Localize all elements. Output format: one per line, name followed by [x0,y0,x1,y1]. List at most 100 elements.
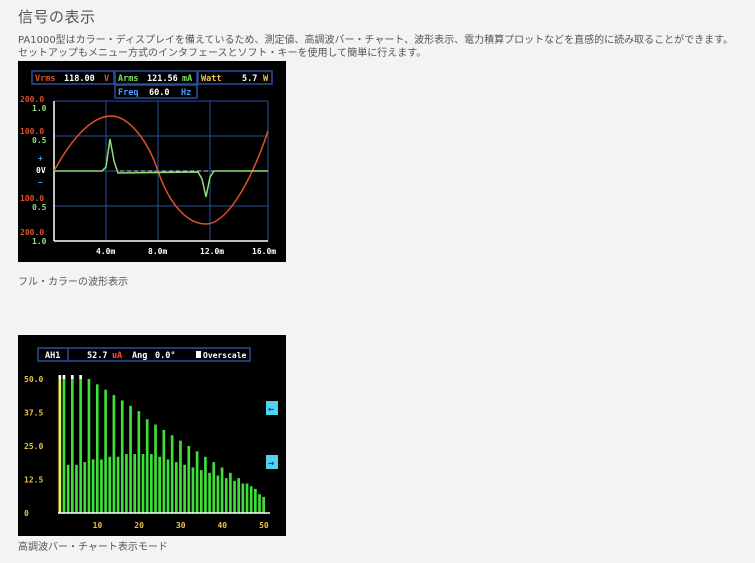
harmonic-y-ticks: 0 12.5 25.0 37.5 50.0 [24,375,43,518]
axis-v-bot: 200.0 [20,228,44,237]
waveform-x-tick: 8.0m [148,247,167,256]
harmonic-bar [154,424,157,513]
harmonic-x-tick: 40 [217,521,227,530]
harmonic-bar [125,454,128,513]
harmonic-bar [216,475,220,513]
scroll-left-button[interactable]: ← [266,401,278,415]
harmonic-bar [158,456,161,513]
harmonic-x-tick: 20 [134,521,144,530]
harmonic-y-tick: 12.5 [24,476,43,485]
arrow-left-icon: ← [268,404,274,415]
harmonic-bar [170,435,174,513]
watt-unit: W [263,74,269,84]
harmonic-bar [179,440,182,513]
harmonic-bar-overscale [70,375,74,379]
harmonic-bar [204,456,207,513]
overscale-swatch [196,351,201,358]
waveform-x-tick: 12.0m [200,247,224,256]
harmonic-bar [224,478,228,513]
axis-v-top: 200.0 [20,95,44,104]
harmonic-bar [79,379,82,513]
harmonic-y-tick: 37.5 [24,409,43,418]
harmonic-bar [229,472,232,513]
harmonic-unit: uA [112,351,122,361]
axis-v-mid-top: 100.0 [20,127,44,136]
harmonic-bar [95,384,99,513]
harmonic-bar-overscale [79,375,82,379]
harmonic-bar [166,459,170,513]
harmonic-bar [133,454,137,513]
axis-plus: + [38,154,43,163]
ang-value: 0.0° [155,351,175,361]
axis-zero: 0V [36,166,46,175]
harmonic-bar [208,472,211,513]
harmonic-bar [91,459,95,513]
harmonic-bar [258,494,261,513]
harmonic-bar [249,486,253,513]
harmonic-bar [75,464,78,513]
harmonic-display: AH1 52.7 uA Ang 0.0° Overscale 0 12.5 25.0… [24,347,278,530]
arrow-right-icon: → [268,458,274,469]
harmonic-bar [116,456,120,513]
intro-line-1: PA1000型はカラー・ディスプレイを備えているため、測定値、高調波バー・チャー… [18,35,734,46]
harmonic-bar [262,496,265,513]
waveform-left-axis: 200.0 1.0 100.0 0.5 + 0V − 100.0 0.5 200… [20,95,47,246]
harmonic-bar [83,462,87,513]
harmonic-bar [220,467,224,513]
voltage-waveform [53,115,269,225]
harmonic-bar [120,400,124,513]
freq-value: 60.0 [149,88,169,98]
harmonic-bar [137,411,141,513]
harmonic-bar [62,379,66,513]
harmonic-bar-overscale [62,375,66,379]
harmonic-bar [195,451,199,513]
harmonic-bar [145,419,149,513]
harmonic-bar [112,395,116,513]
harmonic-y-tick: 50.0 [24,375,43,384]
axis-minus: − [38,178,43,187]
ang-label: Ang [132,351,147,361]
scroll-right-button[interactable]: → [266,455,278,469]
harmonic-bar [141,454,145,513]
vrms-unit: V [104,74,109,84]
harmonic-bar [66,464,70,513]
waveform-screen: Vrms 118.00 V Arms 121.56 mA Watt 5.7 W … [18,61,286,262]
harmonic-bar [212,462,216,513]
waveform-x-tick: 16.0m [252,247,276,256]
axis-v-mid-bot: 100.0 [20,194,44,203]
freq-unit: Hz [181,88,191,98]
harmonic-screen: AH1 52.7 uA Ang 0.0° Overscale 0 12.5 25.0… [18,335,286,536]
harmonic-bar [87,379,91,513]
harmonic-bar [58,379,62,513]
harmonic-bar [70,379,74,513]
watt-value: 5.7 [242,74,257,84]
waveform-display: Vrms 118.00 V Arms 121.56 mA Watt 5.7 W … [20,70,276,256]
harmonic-bar [241,483,245,513]
arms-label: Arms [118,74,138,84]
waveform-caption: フル・カラーの波形表示 [18,277,128,288]
axis-a-top: 1.0 [32,104,47,113]
harmonic-bar [187,446,191,513]
harmonic-y-tick: 25.0 [24,442,43,451]
harmonic-x-tick: 50 [259,521,269,530]
harmonic-caption: 高調波バー・チャート表示モード [18,542,168,553]
harmonic-bar [237,478,241,513]
harmonic-y-tick: 0 [24,509,29,518]
current-waveform [54,138,268,198]
harmonic-bar [183,464,186,513]
arms-value: 121.56 [147,74,178,84]
harmonic-bar-overscale [58,375,62,379]
harmonic-bar [104,389,107,513]
axis-a-mid-top: 0.5 [32,136,47,145]
harmonic-x-ticks: 10 20 30 40 50 [93,521,269,530]
intro-line-2: セットアップもメニュー方式のインタフェースとソフト・キーを使用して簡単に行えます… [18,48,427,59]
watt-label: Watt [201,74,221,84]
harmonic-x-tick: 10 [93,521,103,530]
harmonic-channel: AH1 [45,351,60,361]
harmonic-bar [129,405,132,513]
axis-a-bot: 1.0 [32,237,47,246]
harmonic-bar [162,429,166,513]
harmonic-bar [191,467,195,513]
harmonic-bar [199,470,203,513]
harmonic-bar [108,456,112,513]
